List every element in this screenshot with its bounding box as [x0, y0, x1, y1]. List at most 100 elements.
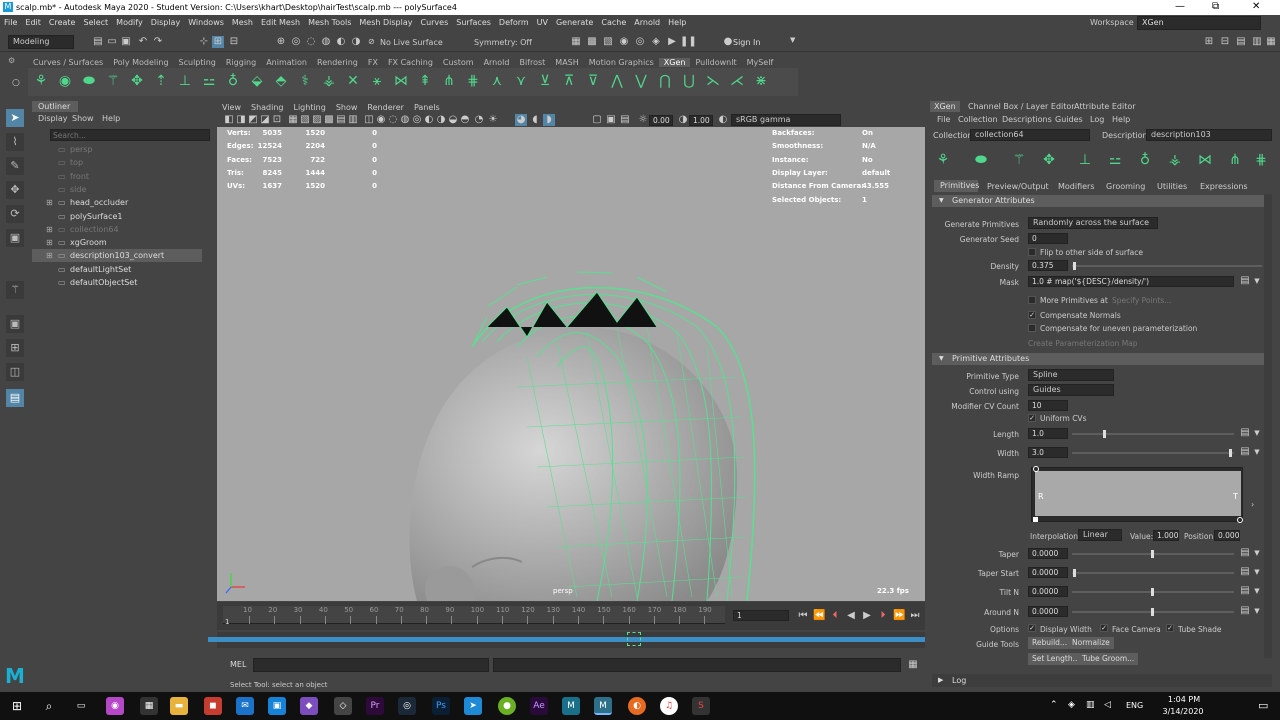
perspective-viewport[interactable]: View Shading Lighting Show Renderer Pane…	[217, 101, 925, 601]
go-to-end-icon[interactable]: ⏭	[909, 610, 921, 622]
length-map-icon[interactable]: ▤	[1239, 427, 1251, 439]
mask-map-icon[interactable]: ▤	[1239, 275, 1251, 287]
width-slider[interactable]	[1072, 452, 1234, 454]
compensate-uneven-checkbox[interactable]	[1028, 324, 1036, 332]
xgen-cv-icon[interactable]: ⚶	[1166, 151, 1184, 169]
render-frame-icon[interactable]: ▦	[570, 36, 582, 48]
safe-action-icon[interactable]: ▥	[347, 114, 359, 126]
menu-item[interactable]: Edit	[25, 18, 41, 27]
xgen-comb-icon[interactable]: ⊥	[176, 72, 194, 90]
film-gate-icon[interactable]: ▧	[299, 114, 311, 126]
xgen-clump-icon[interactable]: ⚹	[368, 72, 386, 90]
xgen-refresh-icon[interactable]: ⋇	[752, 72, 770, 90]
language-indicator[interactable]: ENG	[1126, 701, 1143, 710]
xgen-freeze-icon[interactable]: ⇞	[416, 72, 434, 90]
scale-tool-icon[interactable]: ▣	[6, 229, 24, 247]
generate-primitives-dropdown[interactable]: Randomly across the surface	[1028, 217, 1158, 229]
subtab-grooming[interactable]: Grooming	[1106, 182, 1145, 191]
maya-active-taskbar-icon[interactable]: M	[594, 697, 612, 715]
app-icon-2[interactable]: ◼	[204, 697, 222, 715]
camera-attributes-icon[interactable]: ◨	[235, 114, 247, 126]
subtab-expressions[interactable]: Expressions	[1200, 182, 1248, 191]
xgen-coil-icon[interactable]: ⋈	[392, 72, 410, 90]
taper-start-map-icon[interactable]: ▤	[1239, 566, 1251, 578]
depth-of-field-icon[interactable]: ◔	[473, 114, 485, 126]
xgen-stack-icon[interactable]: ⬘	[272, 72, 290, 90]
mel-input[interactable]	[253, 658, 489, 672]
snap-live-icon[interactable]: ◑	[350, 36, 362, 48]
render-settings-icon[interactable]: ▧	[602, 36, 614, 48]
taper-start-dropdown-icon[interactable]: ▼	[1251, 566, 1263, 578]
tab-attribute-editor[interactable]: Attribute Editor	[1074, 102, 1136, 111]
arnold-render-icon[interactable]: ◈	[650, 36, 662, 48]
flip-checkbox[interactable]	[1028, 248, 1036, 256]
xgen-length-icon[interactable]: ⋕	[464, 72, 482, 90]
2d-pan-icon[interactable]: ⊡	[271, 114, 283, 126]
ipr-render-icon[interactable]: ▩	[586, 36, 598, 48]
menu-item[interactable]: Edit Mesh	[261, 18, 300, 27]
xgen-scale-icon[interactable]: ⋂	[656, 72, 674, 90]
shelf-tab[interactable]: Animation	[261, 58, 312, 67]
xgen-create-description-icon[interactable]: ◉	[56, 72, 74, 90]
sign-in-link[interactable]: Sign In	[733, 38, 760, 47]
itunes-icon[interactable]: ♫	[660, 697, 678, 715]
textured-icon[interactable]: ◍	[399, 114, 411, 126]
shelf-tab[interactable]: Rigging	[221, 58, 261, 67]
outliner-layout-icon[interactable]: ▤	[6, 389, 24, 407]
xgen-description-icon[interactable]: ⬬	[972, 151, 990, 169]
outliner-item[interactable]: ▭ polySurface1	[32, 210, 202, 223]
field-chart-icon[interactable]: ▤	[335, 114, 347, 126]
create-param-map-button[interactable]: Create Parameterization Map	[1028, 339, 1138, 348]
tilt-n-dropdown-icon[interactable]: ▼	[1251, 585, 1263, 597]
set-length-button[interactable]: Set Length...	[1028, 653, 1084, 665]
gamma-icon[interactable]: ◑	[677, 114, 689, 126]
xgen-place-icon[interactable]: ⇡	[152, 72, 170, 90]
default-material-icon[interactable]: ◌	[387, 114, 399, 126]
maya-taskbar-icon[interactable]: M	[562, 697, 580, 715]
ramp-expand-icon[interactable]: ›	[1251, 500, 1254, 509]
shelf-tab[interactable]: Rendering	[312, 58, 363, 67]
telegram-icon[interactable]: ➤	[464, 697, 482, 715]
wireframe-icon[interactable]: ◫	[363, 114, 375, 126]
sign-in-chevron-icon[interactable]: ▼	[790, 36, 795, 44]
playblast-icon[interactable]: ▶	[666, 36, 678, 48]
tilt-n-slider-handle[interactable]	[1151, 588, 1154, 596]
symmetry-label[interactable]: Symmetry: Off	[474, 38, 532, 47]
tube-groom-button[interactable]: Tube Groom...	[1078, 653, 1139, 665]
xgen-menu-guides[interactable]: Guides	[1055, 115, 1083, 124]
outliner-item[interactable]: ⊞ ▭ head_occluder	[32, 196, 202, 209]
menu-item[interactable]: Mesh	[232, 18, 253, 27]
minimize-button[interactable]: —	[1175, 1, 1185, 12]
menu-item[interactable]: UV	[537, 18, 548, 27]
primitive-attributes-header[interactable]: Primitive Attributes	[932, 353, 1272, 365]
xgen-menu-collection[interactable]: Collection	[958, 115, 998, 124]
length-slider[interactable]	[1072, 433, 1234, 435]
lighting-icon[interactable]: ☀	[487, 114, 499, 126]
expand-icon[interactable]: ⊞	[46, 236, 53, 249]
subtab-utilities[interactable]: Utilities	[1157, 182, 1187, 191]
interpolation-dropdown[interactable]: Linear	[1078, 529, 1122, 541]
menu-item[interactable]: Cache	[601, 18, 626, 27]
motion-blur-icon[interactable]: ◒	[447, 114, 459, 126]
width-dropdown-icon[interactable]: ▼	[1251, 446, 1263, 458]
xgen-guides-icon[interactable]: ⚚	[1010, 151, 1028, 169]
windows-start-icon[interactable]: ⊞	[8, 697, 26, 715]
mask-dropdown-icon[interactable]: ▼	[1251, 275, 1263, 287]
steam-icon[interactable]: ◎	[398, 697, 416, 715]
live-surface-label[interactable]: No Live Surface	[380, 38, 443, 47]
outliner-menu-show[interactable]: Show	[72, 114, 94, 123]
select-hierarchy-icon[interactable]: ⊹	[198, 36, 210, 48]
outliner-search-input[interactable]	[50, 129, 210, 141]
show-manipulator-icon[interactable]: ⚚	[6, 281, 24, 299]
firefox-icon[interactable]: ◐	[628, 697, 646, 715]
new-scene-icon[interactable]: ▤	[92, 36, 104, 48]
xgen-bend-icon[interactable]: ⊻	[536, 72, 554, 90]
xgen-menu-log[interactable]: Log	[1090, 115, 1104, 124]
uniform-cvs-checkbox[interactable]: ✓	[1028, 414, 1036, 422]
menu-item[interactable]: Select	[83, 18, 108, 27]
display-width-checkbox[interactable]: ✓	[1028, 624, 1036, 632]
multisample-icon[interactable]: ◓	[459, 114, 471, 126]
select-tool-icon[interactable]: ➤	[6, 109, 24, 127]
visual-studio-icon[interactable]: ◆	[300, 697, 318, 715]
ramp-value-field[interactable]: 1.000	[1153, 530, 1179, 541]
